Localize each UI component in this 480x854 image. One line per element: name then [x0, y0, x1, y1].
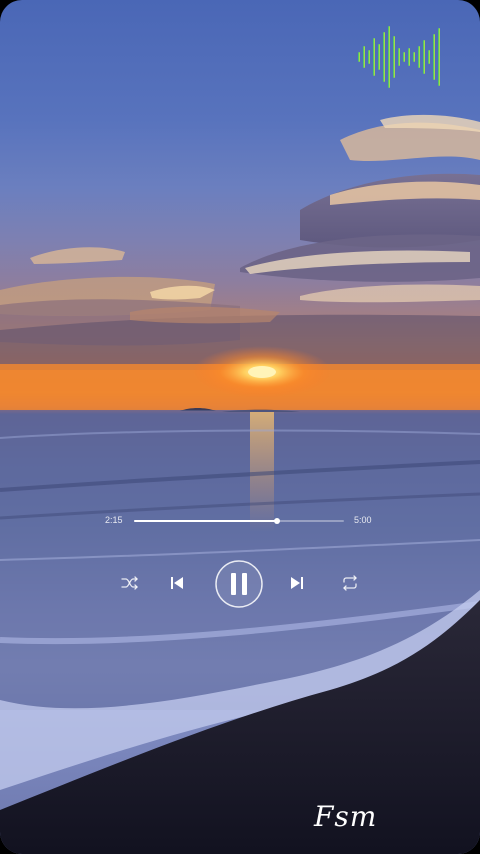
- progress-fill: [134, 520, 277, 522]
- skip-next-icon[interactable]: [288, 575, 306, 591]
- repeat-icon[interactable]: [341, 575, 359, 591]
- player-screen: 2:15 5:00 Fsm: [0, 0, 480, 854]
- progress-bar[interactable]: [134, 518, 344, 524]
- elapsed-time: 2:15: [105, 515, 123, 525]
- progress-thumb[interactable]: [273, 518, 280, 524]
- watermark-signature: Fsm: [314, 800, 378, 833]
- pause-button[interactable]: [214, 559, 264, 609]
- player-controls: 2:15 5:00: [0, 0, 480, 854]
- skip-previous-icon[interactable]: [168, 575, 186, 591]
- total-duration: 5:00: [354, 515, 372, 525]
- shuffle-icon[interactable]: [121, 575, 139, 591]
